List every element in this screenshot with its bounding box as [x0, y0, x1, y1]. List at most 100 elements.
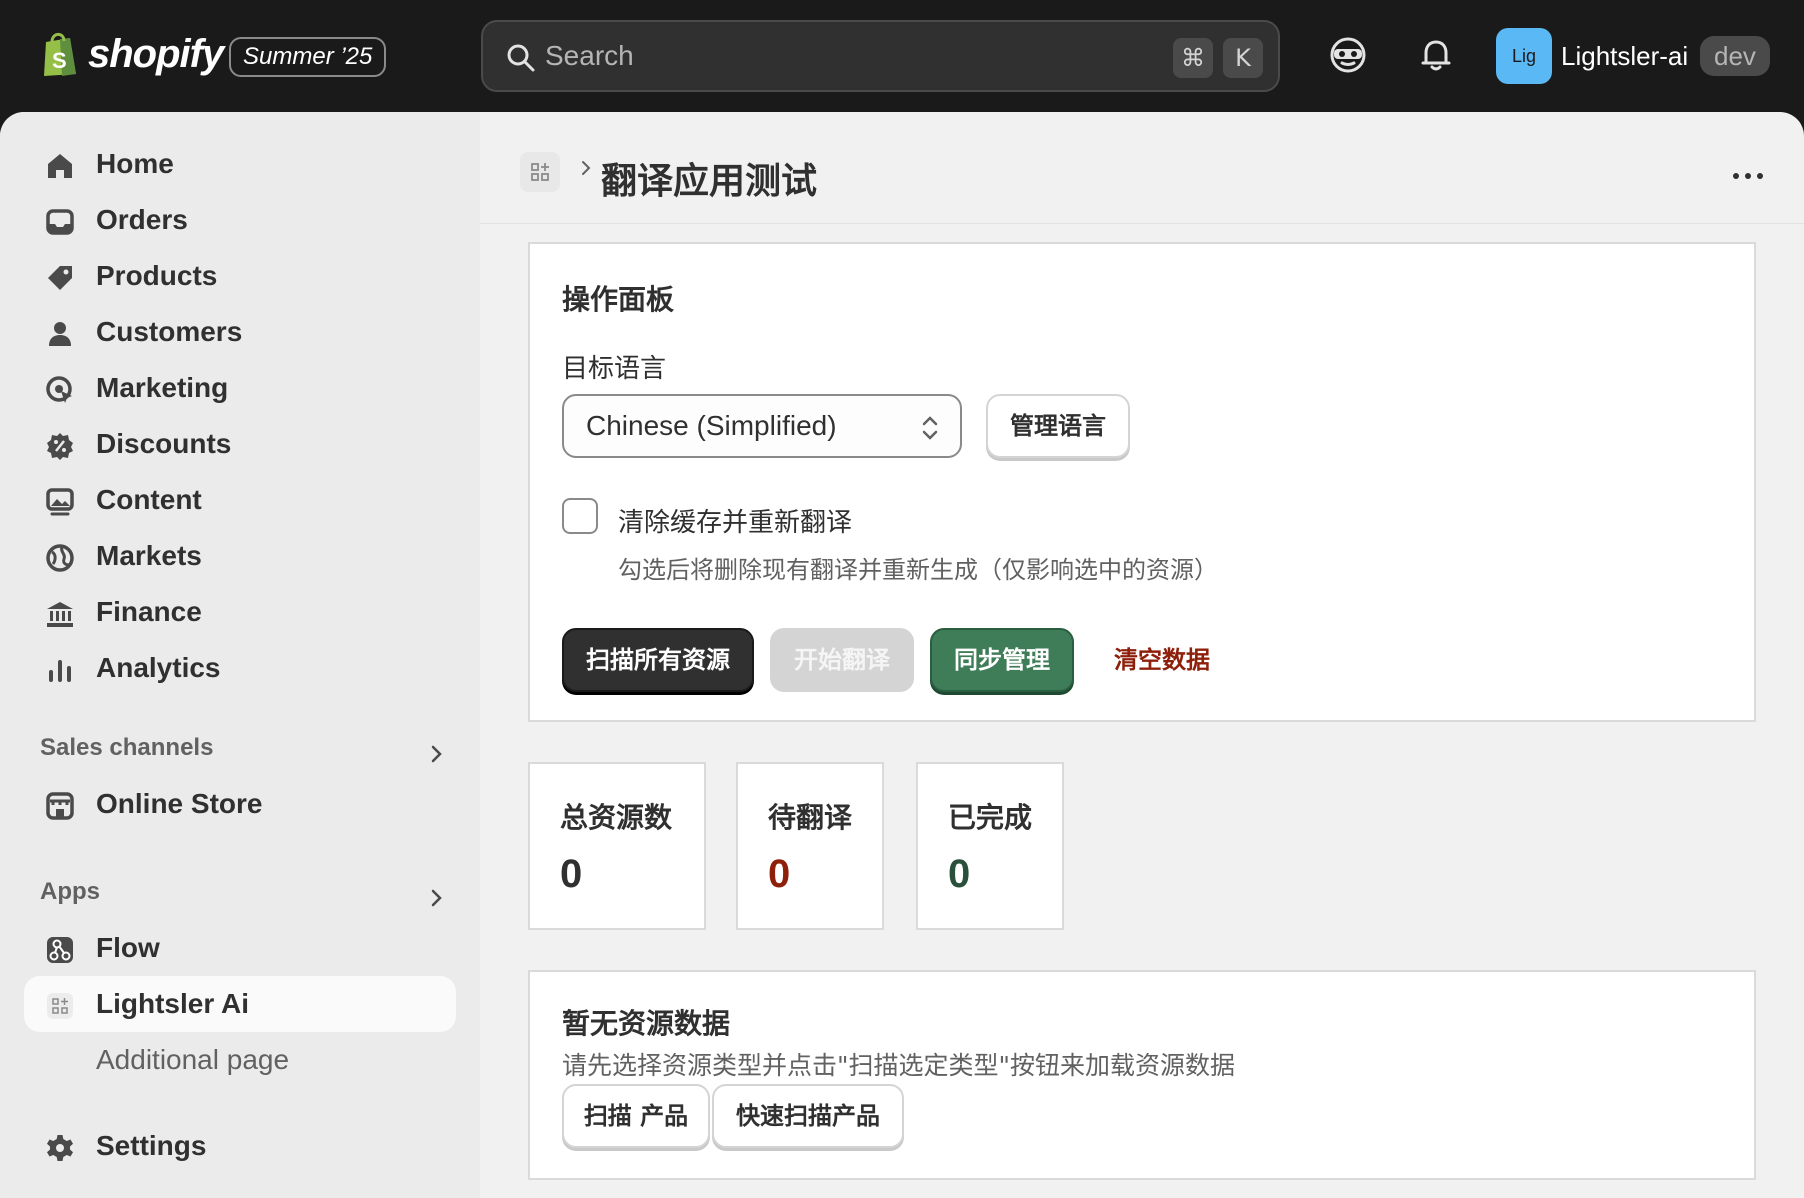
- sidekick-mask-icon[interactable]: [1328, 35, 1368, 75]
- apps-heading[interactable]: Apps: [40, 878, 100, 906]
- sidebar-item-label: Settings: [96, 1130, 207, 1161]
- svg-text:S: S: [52, 48, 67, 73]
- sidebar-item-finance[interactable]: Finance: [24, 584, 456, 640]
- target-icon: [46, 376, 72, 403]
- empty-description: 请先选择资源类型并点击"扫描选定类型"按钮来加载资源数据: [562, 1051, 1236, 1080]
- admin-frame: Home Orders Products Customers Marketing…: [0, 112, 1804, 1198]
- sidebar-item-discounts[interactable]: Discounts: [24, 416, 456, 472]
- scan-all-resources-button[interactable]: 扫描所有资源: [562, 628, 754, 692]
- quick-scan-products-button[interactable]: 快速扫描产品: [712, 1084, 904, 1148]
- clear-data-button[interactable]: 清空数据: [1090, 628, 1234, 692]
- stat-value-total: 0: [560, 852, 583, 896]
- sidebar-item-marketing[interactable]: Marketing: [24, 360, 456, 416]
- stat-value-completed: 0: [948, 852, 971, 896]
- app-grid-icon[interactable]: [520, 152, 560, 192]
- sidebar-item-label: Finance: [96, 596, 202, 627]
- search-icon: [507, 44, 535, 72]
- sidebar-item-label: Home: [96, 148, 174, 179]
- main-content: 翻译应用测试 操作面板 目标语言 Chinese (Simplified) 管理…: [480, 112, 1804, 1198]
- sidebar-item-label: Marketing: [96, 372, 229, 403]
- clear-cache-help-text: 勾选后将删除现有翻译并重新生成（仅影响选中的资源）: [618, 556, 1218, 584]
- app-grid-icon: [47, 993, 73, 1019]
- sidebar-item-label: Products: [96, 260, 218, 291]
- sidebar-item-label: Lightsler Ai: [96, 988, 249, 1019]
- sidebar: Home Orders Products Customers Marketing…: [0, 112, 480, 1198]
- sidebar-item-label: Markets: [96, 540, 202, 571]
- flow-icon: [47, 937, 73, 963]
- target-language-select[interactable]: Chinese (Simplified): [562, 394, 962, 458]
- stat-label: 待翻译: [768, 801, 853, 834]
- sidebar-item-label: Analytics: [96, 652, 221, 683]
- chevron-right-icon: [582, 161, 591, 175]
- inbox-icon: [46, 209, 74, 235]
- stat-card-completed: 已完成 0: [916, 762, 1064, 930]
- tag-icon: [48, 266, 72, 290]
- bank-icon: [47, 602, 73, 627]
- shopify-logo[interactable]: S shopify: [40, 30, 224, 78]
- operation-panel-card: 操作面板 目标语言 Chinese (Simplified) 管理语言 清除缓存…: [528, 242, 1756, 722]
- stat-label: 已完成: [948, 801, 1033, 834]
- manage-languages-button[interactable]: 管理语言: [986, 394, 1130, 458]
- chevron-right-icon[interactable]: [424, 742, 448, 766]
- stat-card-pending: 待翻译 0: [736, 762, 884, 930]
- empty-title: 暂无资源数据: [562, 1007, 731, 1040]
- panel-title: 操作面板: [562, 283, 675, 316]
- select-arrows-icon: [922, 416, 938, 440]
- edition-badge[interactable]: Summer ’25: [229, 37, 387, 77]
- bar-chart-icon: [49, 660, 71, 682]
- shopify-bag-icon: S: [44, 32, 76, 76]
- clear-cache-label[interactable]: 清除缓存并重新翻译: [618, 502, 852, 539]
- top-bar: S shopify Summer ’25 ⌘ K Lig Lightsler-a…: [0, 0, 1804, 112]
- shortcut-cmd-key: ⌘: [1173, 38, 1213, 78]
- sidebar-item-home[interactable]: Home: [24, 136, 456, 192]
- page-title: 翻译应用测试: [601, 161, 818, 202]
- sidebar-item-lightsler-ai[interactable]: Lightsler Ai: [24, 976, 456, 1032]
- empty-resources-card: 暂无资源数据 请先选择资源类型并点击"扫描选定类型"按钮来加载资源数据 扫描 产…: [528, 970, 1756, 1180]
- sidebar-item-customers[interactable]: Customers: [24, 304, 456, 360]
- sidebar-item-label: Flow: [96, 932, 160, 963]
- page-header: 翻译应用测试: [480, 112, 1804, 224]
- gear-icon: [47, 1135, 73, 1161]
- globe-icon: [46, 544, 74, 572]
- search-input[interactable]: [545, 36, 1105, 76]
- scan-products-button[interactable]: 扫描 产品: [562, 1084, 710, 1148]
- person-icon: [49, 322, 71, 346]
- bell-icon[interactable]: [1416, 35, 1456, 75]
- store-avatar[interactable]: Lig: [1496, 28, 1552, 84]
- sidebar-item-label: Discounts: [96, 428, 232, 459]
- sidebar-item-label: Additional page: [96, 1044, 290, 1075]
- sidebar-item-label: Online Store: [96, 788, 263, 819]
- stat-label: 总资源数: [560, 801, 673, 834]
- chevron-right-icon[interactable]: [424, 886, 448, 910]
- sidebar-item-additional-page[interactable]: Additional page: [24, 1032, 456, 1088]
- target-language-label: 目标语言: [562, 354, 667, 384]
- shortcut-k-key: K: [1223, 38, 1263, 78]
- sidebar-item-analytics[interactable]: Analytics: [24, 640, 456, 696]
- shopify-wordmark: shopify: [88, 31, 224, 76]
- discount-icon: [47, 433, 73, 460]
- sidebar-item-label: Orders: [96, 204, 188, 235]
- sidebar-item-flow[interactable]: Flow: [24, 920, 456, 976]
- sync-management-button[interactable]: 同步管理: [930, 628, 1074, 692]
- sidebar-item-content[interactable]: Content: [24, 472, 456, 528]
- store-env-badge: dev: [1700, 36, 1770, 76]
- sidebar-item-markets[interactable]: Markets: [24, 528, 456, 584]
- sidebar-item-settings[interactable]: Settings: [24, 1118, 456, 1174]
- sidebar-item-products[interactable]: Products: [24, 248, 456, 304]
- more-actions-icon[interactable]: [1724, 160, 1772, 192]
- start-translation-button[interactable]: 开始翻译: [770, 628, 914, 692]
- sidebar-item-orders[interactable]: Orders: [24, 192, 456, 248]
- sidebar-item-label: Customers: [96, 316, 243, 347]
- store-name[interactable]: Lightsler-ai: [1561, 40, 1688, 72]
- sales-channels-heading[interactable]: Sales channels: [40, 734, 213, 762]
- target-language-value: Chinese (Simplified): [586, 410, 837, 441]
- storefront-icon: [46, 792, 74, 820]
- stat-card-total: 总资源数 0: [528, 762, 706, 930]
- sidebar-item-label: Content: [96, 484, 202, 515]
- sidebar-item-online-store[interactable]: Online Store: [24, 776, 456, 832]
- stat-value-pending: 0: [768, 852, 791, 896]
- image-icon: [46, 488, 74, 516]
- clear-cache-checkbox[interactable]: [562, 498, 598, 534]
- global-search[interactable]: ⌘ K: [481, 20, 1280, 92]
- home-icon: [48, 154, 72, 178]
